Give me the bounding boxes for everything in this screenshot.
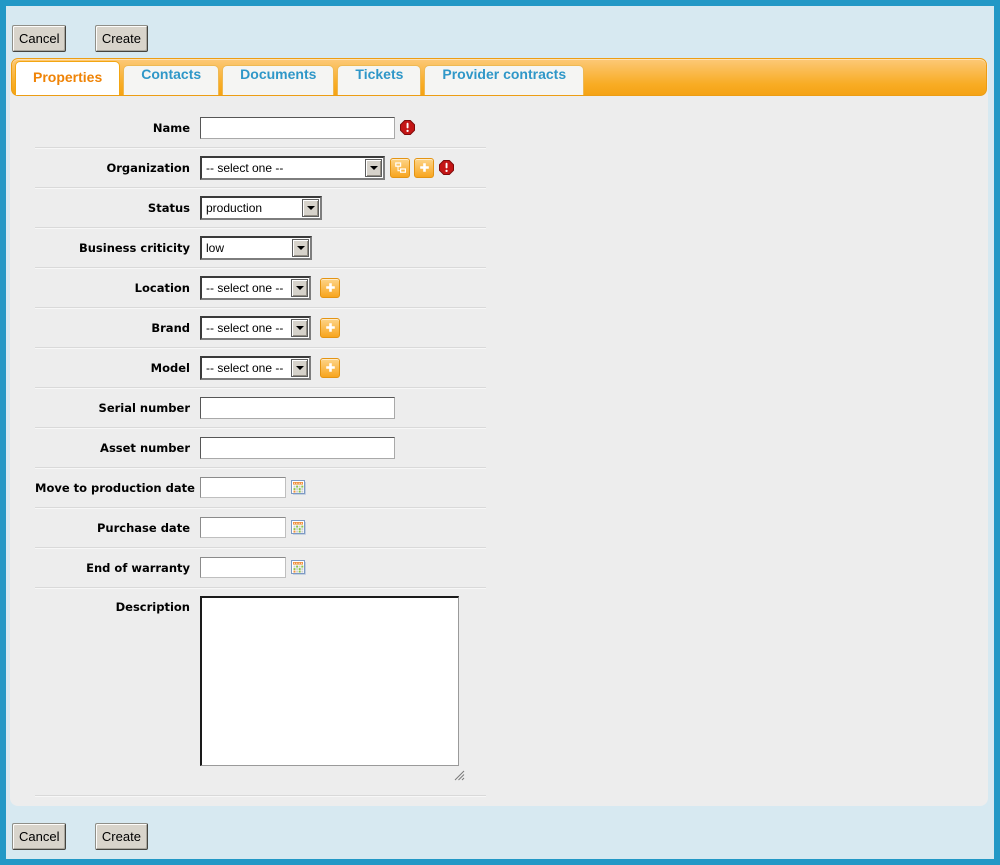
asset-number-input[interactable] — [200, 437, 395, 459]
create-button-bottom[interactable]: Create — [95, 823, 148, 850]
end-of-warranty-input[interactable] — [200, 557, 286, 578]
select-value: -- select one -- — [202, 358, 290, 378]
form-row-model: Model-- select one -- — [35, 348, 486, 388]
select-value: low — [202, 238, 291, 258]
move-to-production-date-calendar-button[interactable] — [291, 480, 306, 495]
form-row-location: Location-- select one -- — [35, 268, 486, 308]
status-select[interactable]: production — [200, 196, 322, 220]
tab-provider-contracts[interactable]: Provider contracts — [424, 65, 584, 95]
field-label-serial-number: Serial number — [35, 401, 200, 415]
content-panel: Properties Contacts Documents Tickets Pr… — [10, 58, 988, 806]
field-label-end-of-warranty: End of warranty — [35, 561, 200, 575]
field-control — [200, 595, 459, 779]
form-row-description: Description — [35, 588, 486, 796]
organization-select[interactable]: -- select one -- — [200, 156, 385, 180]
tab-bar: Properties Contacts Documents Tickets Pr… — [11, 58, 987, 96]
location-select[interactable]: -- select one -- — [200, 276, 311, 300]
form-row-asset-number: Asset number — [35, 428, 486, 468]
mandatory-icon — [400, 120, 415, 135]
tab-contacts[interactable]: Contacts — [123, 65, 219, 95]
field-label-location: Location — [35, 281, 200, 295]
top-toolbar: Cancel Create — [6, 6, 994, 52]
location-add-button[interactable] — [320, 278, 340, 298]
field-control: production — [200, 196, 322, 220]
chevron-down-icon — [291, 319, 308, 337]
field-control: -- select one -- — [200, 356, 340, 380]
mandatory-icon — [439, 160, 454, 175]
field-label-description: Description — [35, 595, 200, 614]
organization-hierarchy-button[interactable] — [390, 158, 410, 178]
hierarchy-icon — [394, 161, 407, 174]
brand-add-button[interactable] — [320, 318, 340, 338]
window-background: Cancel Create Properties Contacts Docume… — [6, 6, 994, 859]
move-to-production-date-input[interactable] — [200, 477, 286, 498]
plus-icon — [324, 361, 337, 374]
field-control — [200, 437, 395, 459]
field-control — [200, 397, 395, 419]
form-row-move-to-production-date: Move to production date — [35, 468, 486, 508]
field-label-brand: Brand — [35, 321, 200, 335]
form-area: NameOrganization-- select one --Statuspr… — [35, 96, 486, 796]
field-control — [200, 477, 306, 498]
calendar-icon — [291, 480, 306, 495]
form-row-end-of-warranty: End of warranty — [35, 548, 486, 588]
select-value: -- select one -- — [202, 318, 290, 338]
calendar-icon — [291, 520, 306, 535]
form-row-status: Statusproduction — [35, 188, 486, 228]
calendar-icon — [291, 560, 306, 575]
form-row-brand: Brand-- select one -- — [35, 308, 486, 348]
field-label-business-criticity: Business criticity — [35, 241, 200, 255]
field-control — [200, 117, 415, 139]
form-row-organization: Organization-- select one -- — [35, 148, 486, 188]
field-control — [200, 517, 306, 538]
field-control: -- select one -- — [200, 276, 340, 300]
field-label-status: Status — [35, 201, 200, 215]
model-select[interactable]: -- select one -- — [200, 356, 311, 380]
field-control: low — [200, 236, 312, 260]
chevron-down-icon — [365, 159, 382, 177]
field-label-asset-number: Asset number — [35, 441, 200, 455]
chevron-down-icon — [302, 199, 319, 217]
model-add-button[interactable] — [320, 358, 340, 378]
chevron-down-icon — [291, 359, 308, 377]
tab-properties[interactable]: Properties — [15, 61, 120, 95]
plus-icon — [324, 281, 337, 294]
form-row-serial-number: Serial number — [35, 388, 486, 428]
plus-icon — [324, 321, 337, 334]
business-criticity-select[interactable]: low — [200, 236, 312, 260]
chevron-down-icon — [292, 239, 309, 257]
end-of-warranty-calendar-button[interactable] — [291, 560, 306, 575]
field-control: -- select one -- — [200, 156, 454, 180]
field-label-name: Name — [35, 121, 200, 135]
tab-documents[interactable]: Documents — [222, 65, 334, 95]
form-row-purchase-date: Purchase date — [35, 508, 486, 548]
tab-tickets[interactable]: Tickets — [337, 65, 421, 95]
select-value: -- select one -- — [202, 158, 364, 178]
cancel-button-top[interactable]: Cancel — [12, 25, 66, 52]
plus-icon — [418, 161, 431, 174]
purchase-date-input[interactable] — [200, 517, 286, 538]
serial-number-input[interactable] — [200, 397, 395, 419]
select-value: production — [202, 198, 301, 218]
chevron-down-icon — [291, 279, 308, 297]
field-label-move-to-production-date: Move to production date — [35, 481, 200, 495]
brand-select[interactable]: -- select one -- — [200, 316, 311, 340]
description-textarea[interactable] — [200, 596, 459, 766]
form-row-business-criticity: Business criticitylow — [35, 228, 486, 268]
purchase-date-calendar-button[interactable] — [291, 520, 306, 535]
name-input[interactable] — [200, 117, 395, 139]
field-label-organization: Organization — [35, 161, 200, 175]
field-control: -- select one -- — [200, 316, 340, 340]
cancel-button-bottom[interactable]: Cancel — [12, 823, 66, 850]
field-label-purchase-date: Purchase date — [35, 521, 200, 535]
select-value: -- select one -- — [202, 278, 290, 298]
organization-add-button[interactable] — [414, 158, 434, 178]
resize-handle-icon[interactable] — [454, 768, 465, 779]
field-control — [200, 557, 306, 578]
create-button-top[interactable]: Create — [95, 25, 148, 52]
bottom-toolbar: Cancel Create — [6, 823, 994, 850]
form-row-name: Name — [35, 108, 486, 148]
field-label-model: Model — [35, 361, 200, 375]
